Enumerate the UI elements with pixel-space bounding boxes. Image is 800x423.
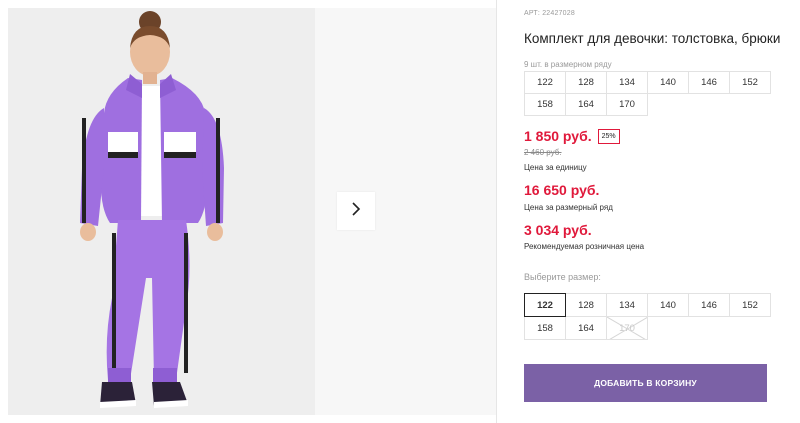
size-option[interactable]: 146 [688,293,730,317]
series-size-cell: 146 [688,71,730,94]
series-size-cell: 170 [606,93,648,116]
product-gallery [0,0,496,423]
unit-price-note: Цена за единицу [524,163,587,172]
series-size-cell: 140 [647,71,689,94]
series-size-cell: 152 [729,71,771,94]
size-series-grid: 122 128 134 140 146 152 158 164 170 [524,71,771,116]
retail-price-note: Рекомендуемая розничная цена [524,242,645,251]
size-option[interactable]: 134 [606,293,648,317]
article-number: АРТ: 22427028 [524,10,575,17]
size-option[interactable]: 140 [647,293,689,317]
unit-price: 1 850 руб. [524,128,592,144]
size-option-unavailable: 170 [606,316,648,340]
size-option[interactable]: 158 [524,316,566,340]
series-size-cell: 134 [606,71,648,94]
choose-size-label: Выберите размер: [524,272,601,282]
size-selector: 122 128 134 140 146 152 158 164 170 [524,293,771,340]
pack-note: 9 шт. в размерном ряду [524,60,612,69]
add-to-cart-button[interactable]: ДОБАВИТЬ В КОРЗИНУ [524,364,767,402]
series-size-cell: 128 [565,71,607,94]
unit-price-row: 1 850 руб. 25% [524,128,620,144]
retail-price: 3 034 руб. [524,222,592,238]
size-option[interactable]: 152 [729,293,771,317]
product-photo[interactable] [8,8,315,415]
girl-tracksuit-photo [8,8,315,415]
size-option-selected[interactable]: 122 [524,293,566,317]
chevron-right-icon [350,201,362,222]
series-size-cell: 122 [524,71,566,94]
series-size-cell: 164 [565,93,607,116]
panel-divider [496,0,497,423]
product-title: Комплект для девочки: толстовка, брюки [524,31,781,46]
next-image-button[interactable] [337,192,375,230]
series-price: 16 650 руб. [524,182,600,198]
series-size-cell: 158 [524,93,566,116]
size-option[interactable]: 128 [565,293,607,317]
discount-badge: 25% [597,128,620,144]
size-option-label: 170 [619,322,635,334]
size-option[interactable]: 164 [565,316,607,340]
old-price: 2 460 руб. [524,148,562,157]
series-price-note: Цена за размерный ряд [524,203,613,212]
